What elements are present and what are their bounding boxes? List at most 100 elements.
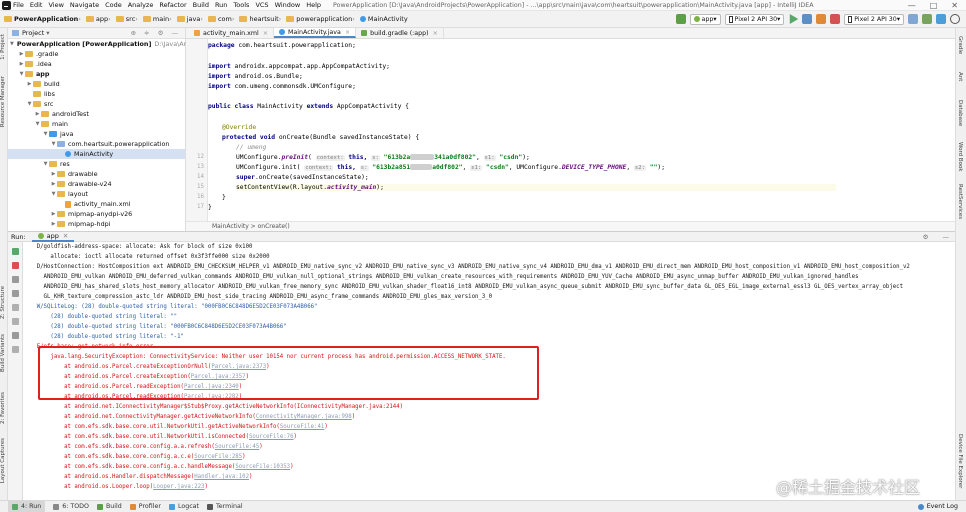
tree-item[interactable]: ▶ androidTest <box>8 109 185 119</box>
tab-structure[interactable]: Z: Structure <box>0 286 8 319</box>
tree-item[interactable]: libs <box>8 89 185 99</box>
expanded-arrow-icon[interactable]: ▼ <box>50 141 57 147</box>
expanded-arrow-icon[interactable]: ▼ <box>42 131 49 137</box>
project-view-select[interactable]: Project <box>22 29 44 37</box>
bottom-tab[interactable]: 6: TODO <box>53 503 89 510</box>
expanded-arrow-icon[interactable]: ▼ <box>50 191 57 197</box>
menu-help[interactable]: Help <box>306 1 321 9</box>
collapsed-arrow-icon[interactable]: ▶ <box>26 81 33 87</box>
tab-rest-services[interactable]: RestServices <box>957 184 963 219</box>
expanded-arrow-icon[interactable]: ▼ <box>10 41 14 47</box>
hammer-icon[interactable] <box>675 14 686 24</box>
scroll-up-icon[interactable] <box>12 276 19 283</box>
tree-item[interactable]: ▶ mipmap-anydpi-v26 <box>8 209 185 219</box>
device-select[interactable]: Pixel 2 API 30 ▾ <box>724 13 785 25</box>
editor-breadcrumb[interactable]: MainActivity > onCreate() <box>186 221 955 231</box>
device-select-2[interactable]: Pixel 2 API 30 ▾ <box>844 13 904 25</box>
editor-tab[interactable]: activity_main.xml × <box>189 28 274 38</box>
breadcrumb-item[interactable]: MainActivity <box>359 15 408 23</box>
debug-icon[interactable] <box>802 14 813 24</box>
scroll-down-icon[interactable] <box>12 290 19 297</box>
expanded-arrow-icon[interactable]: ▼ <box>18 71 25 77</box>
menu-run[interactable]: Run <box>215 1 227 9</box>
avd-manager-icon[interactable] <box>922 14 932 24</box>
editor-tab[interactable]: MainActivity.java × <box>274 28 357 38</box>
tab-gradle[interactable]: Gradle <box>957 36 963 54</box>
collapsed-arrow-icon[interactable]: ▶ <box>18 61 25 67</box>
search-icon[interactable] <box>950 14 960 24</box>
tree-item[interactable]: ▶ .gradle <box>8 49 185 59</box>
collapsed-arrow-icon[interactable]: ▶ <box>50 171 57 177</box>
bottom-tab[interactable]: Logcat <box>168 503 199 510</box>
sdk-manager-icon[interactable] <box>936 14 946 24</box>
menu-view[interactable]: View <box>48 1 63 9</box>
breadcrumb-item[interactable]: PowerApplication › <box>4 15 83 23</box>
source-link[interactable]: SourceFile:10353 <box>235 464 290 470</box>
expanded-arrow-icon[interactable]: ▼ <box>34 121 41 127</box>
tree-item[interactable]: ▼ main <box>8 119 185 129</box>
menu-code[interactable]: Code <box>105 1 122 9</box>
rerun-icon[interactable] <box>12 248 19 255</box>
expanded-arrow-icon[interactable]: ▼ <box>42 161 49 167</box>
menu-analyze[interactable]: Analyze <box>128 1 154 9</box>
bottom-tab[interactable]: 4: Run <box>8 501 46 512</box>
minimize-icon[interactable]: — <box>908 1 916 10</box>
tab-database[interactable]: Database <box>957 100 963 126</box>
tree-item[interactable]: ▼ layout <box>8 189 185 199</box>
tree-item[interactable]: activity_main.xml <box>8 199 185 209</box>
settings-icon[interactable]: ⚙ <box>923 233 929 241</box>
menu-navigate[interactable]: Navigate <box>70 1 99 9</box>
tree-item[interactable]: ▶ drawable <box>8 169 185 179</box>
tree-item[interactable]: ▼ src <box>8 99 185 109</box>
tree-item[interactable]: ▶ build <box>8 79 185 89</box>
stop-icon[interactable] <box>12 262 19 269</box>
breadcrumb-item[interactable]: src › <box>115 15 140 23</box>
breadcrumb-item[interactable]: java › <box>176 15 205 23</box>
event-log-button[interactable]: Event Log <box>917 503 958 510</box>
breadcrumb-item[interactable]: main › <box>142 15 174 23</box>
close-icon[interactable]: × <box>345 29 350 36</box>
stop-icon[interactable] <box>830 14 841 24</box>
run-tab-app[interactable]: app ✕ <box>31 232 75 242</box>
tab-device-file-explorer[interactable]: Device File Explorer <box>957 434 963 488</box>
tree-item[interactable]: MainActivity <box>8 149 185 159</box>
tab-word-book[interactable]: Word Book <box>957 142 963 172</box>
collapsed-arrow-icon[interactable]: ▶ <box>50 211 57 217</box>
trash-icon[interactable] <box>12 332 19 339</box>
collapsed-arrow-icon[interactable]: ▶ <box>50 181 57 187</box>
minimize-panel-icon[interactable]: — <box>943 233 950 241</box>
menu-window[interactable]: Window <box>275 1 301 9</box>
tree-item[interactable]: ▶ drawable-v24 <box>8 179 185 189</box>
close-icon[interactable]: ✕ <box>63 232 68 240</box>
expanded-arrow-icon[interactable]: ▼ <box>26 101 33 107</box>
source-link[interactable]: SourceFile:45 <box>215 444 260 450</box>
menu-tools[interactable]: Tools <box>233 1 249 9</box>
source-link[interactable]: Handler.java:102 <box>194 474 249 480</box>
source-link[interactable]: Looper.java:223 <box>153 484 204 490</box>
collapsed-arrow-icon[interactable]: ▶ <box>50 221 57 227</box>
editor-tab[interactable]: build.gradle (:app) × <box>356 28 444 38</box>
tab-ant[interactable]: Ant <box>957 72 963 81</box>
close-icon[interactable]: × <box>263 30 268 37</box>
collapsed-arrow-icon[interactable]: ▶ <box>34 111 41 117</box>
bottom-tab[interactable]: Terminal <box>207 503 243 510</box>
run-icon[interactable] <box>789 14 799 24</box>
menu-file[interactable]: File <box>13 1 24 9</box>
bottom-tab[interactable]: Build <box>96 503 122 510</box>
collapsed-arrow-icon[interactable]: ▶ <box>18 51 25 57</box>
source-link[interactable]: SourceFile:76 <box>249 434 294 440</box>
chevron-down-icon[interactable]: ▾ <box>46 29 49 37</box>
tab-layout-captures[interactable]: Layout Captures <box>0 438 8 483</box>
profile-icon[interactable] <box>816 14 827 24</box>
maximize-icon[interactable]: □ <box>930 1 938 10</box>
source-link[interactable]: SourceFile:285 <box>194 454 242 460</box>
tree-item[interactable]: ▼ app <box>8 69 185 79</box>
tab-project[interactable]: 1: Project <box>0 34 8 60</box>
tree-item[interactable]: ▼ res <box>8 159 185 169</box>
tab-build-variants[interactable]: Build Variants <box>0 334 8 372</box>
menu-refactor[interactable]: Refactor <box>159 1 186 9</box>
tree-item[interactable]: ▼ PowerApplication [PowerApplication] D:\J… <box>8 39 188 49</box>
close-icon[interactable]: ✕ <box>951 1 958 10</box>
print-icon[interactable] <box>12 318 19 325</box>
tab-favorites[interactable]: 2: Favorites <box>0 392 8 424</box>
